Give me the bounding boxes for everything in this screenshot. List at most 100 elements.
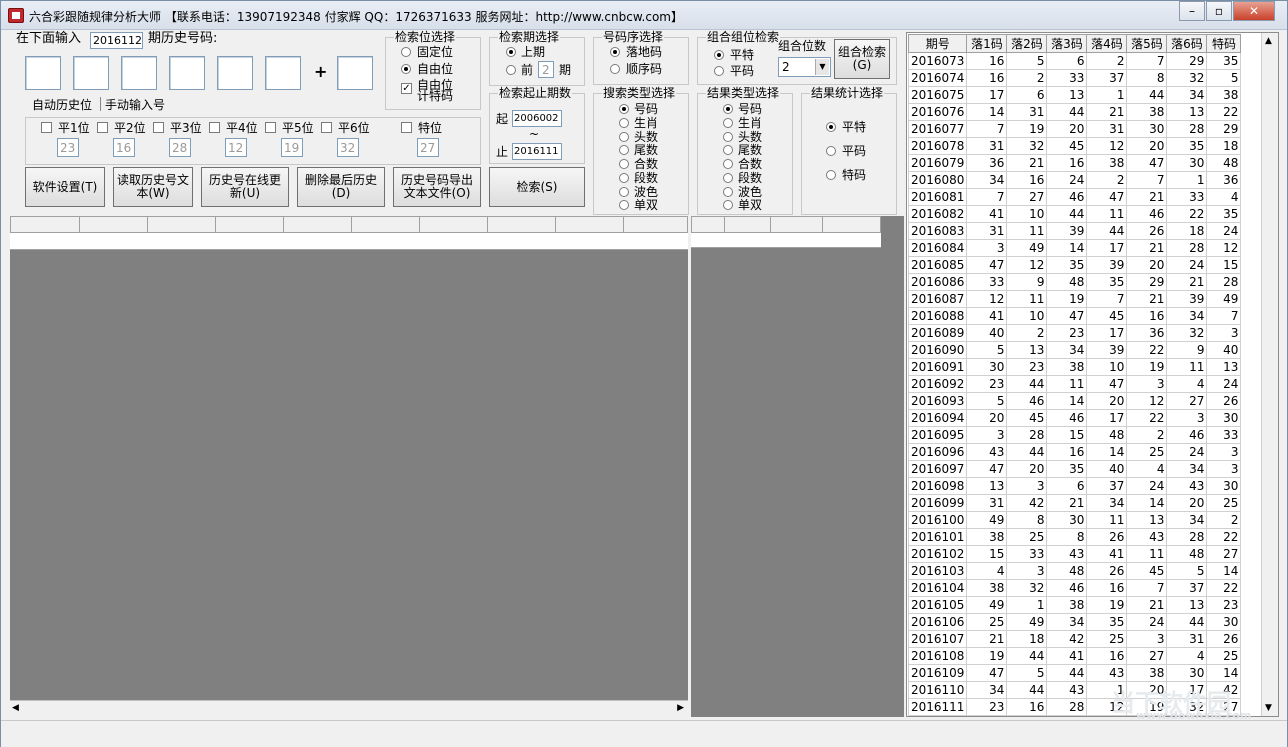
history-row[interactable]: 2016083 31 11 39 44 26 18 24 <box>907 222 1242 240</box>
range-start-input[interactable]: 2006002 <box>512 110 562 127</box>
history-row[interactable]: 2016086 33 9 48 35 29 21 28 <box>907 273 1242 291</box>
tab-auto-history[interactable]: 自动历史位 <box>32 98 92 112</box>
number-input-5[interactable] <box>217 56 253 90</box>
close-button[interactable]: ✕ <box>1233 1 1275 21</box>
pos4-checkbox[interactable] <box>209 122 220 133</box>
result-type-radio-7[interactable] <box>723 200 733 210</box>
number-input-6[interactable] <box>265 56 301 90</box>
result-type-radio-4[interactable] <box>723 159 733 169</box>
history-row[interactable]: 2016094 20 45 46 17 22 3 30 <box>907 409 1242 427</box>
pos5-value[interactable]: 19 <box>281 138 303 157</box>
scroll-left-icon[interactable]: ◀ <box>12 703 19 713</box>
result-type-radio-6[interactable] <box>723 187 733 197</box>
search-type-radio-3[interactable] <box>619 145 629 155</box>
history-row[interactable]: 2016099 31 42 21 34 14 20 25 <box>907 494 1242 512</box>
history-header-cell[interactable]: 特码 <box>1206 34 1242 53</box>
online-update-button[interactable]: 历史号在线更新(U) <box>201 167 289 207</box>
result-type-radio-0[interactable] <box>723 104 733 114</box>
history-row[interactable]: 2016098 13 3 6 37 24 43 30 <box>907 477 1242 495</box>
history-row[interactable]: 2016089 40 2 23 17 36 32 3 <box>907 324 1242 342</box>
history-header-cell[interactable]: 落3码 <box>1046 34 1088 53</box>
history-row[interactable]: 2016075 17 6 13 1 44 34 38 <box>907 86 1242 104</box>
number-input-2[interactable] <box>73 56 109 90</box>
number-input-4[interactable] <box>169 56 205 90</box>
history-table[interactable]: 期号 落1码 落2码 落3码 落4码 落5码 落6码 特码 2016073 16 5 6 2 7 29 35… <box>907 34 1242 716</box>
history-row[interactable]: 2016096 43 44 16 14 25 24 3 <box>907 443 1242 461</box>
history-header-cell[interactable]: 落5码 <box>1126 34 1168 53</box>
export-button[interactable]: 历史号码导出文本文件(O) <box>393 167 481 207</box>
maximize-button[interactable]: ▫ <box>1206 1 1232 21</box>
history-header-cell[interactable]: 落2码 <box>1006 34 1048 53</box>
history-row[interactable]: 2016080 34 16 24 2 7 1 36 <box>907 171 1242 189</box>
result-grid-row[interactable] <box>10 233 688 250</box>
range-end-input[interactable]: 2016111 <box>512 143 562 160</box>
combo-pingma-radio[interactable] <box>714 66 724 76</box>
history-row[interactable]: 2016074 16 2 33 37 8 32 5 <box>907 69 1242 87</box>
search-type-radio-7[interactable] <box>619 200 629 210</box>
settings-button[interactable]: 软件设置(T) <box>25 167 105 207</box>
history-header-cell[interactable]: 落4码 <box>1086 34 1128 53</box>
include-special-checkbox[interactable]: ✓ <box>401 83 412 94</box>
history-header-cell[interactable]: 期号 <box>907 34 968 53</box>
result-type-radio-1[interactable] <box>723 118 733 128</box>
history-row[interactable]: 2016102 15 33 43 41 11 48 27 <box>907 545 1242 563</box>
result-grid[interactable] <box>10 216 688 717</box>
history-row[interactable]: 2016082 41 10 44 11 46 22 35 <box>907 205 1242 223</box>
stats-grid[interactable] <box>691 216 904 717</box>
history-row[interactable]: 2016092 23 44 11 47 3 4 24 <box>907 375 1242 393</box>
history-row[interactable]: 2016093 5 46 14 20 12 27 26 <box>907 392 1242 410</box>
pos5-checkbox[interactable] <box>265 122 276 133</box>
history-row[interactable]: 2016087 12 11 19 7 21 39 49 <box>907 290 1242 308</box>
history-row[interactable]: 2016109 47 5 44 43 38 30 14 <box>907 664 1242 682</box>
history-row[interactable]: 2016101 38 25 8 26 43 28 22 <box>907 528 1242 546</box>
period-input[interactable]: 2016112 <box>90 32 143 49</box>
delete-last-button[interactable]: 删除最后历史(D) <box>297 167 385 207</box>
history-row[interactable]: 2016091 30 23 38 10 19 11 13 <box>907 358 1242 376</box>
history-row[interactable]: 2016108 19 44 41 16 27 4 25 <box>907 647 1242 665</box>
history-header-cell[interactable]: 落6码 <box>1166 34 1208 53</box>
read-history-button[interactable]: 读取历史号文本(W) <box>113 167 193 207</box>
sequence-order-radio[interactable] <box>610 64 620 74</box>
pos2-checkbox[interactable] <box>97 122 108 133</box>
pos4-value[interactable]: 12 <box>225 138 247 157</box>
history-row[interactable]: 2016106 25 49 34 35 24 44 30 <box>907 613 1242 631</box>
history-row[interactable]: 2016085 47 12 35 39 20 24 15 <box>907 256 1242 274</box>
result-type-radio-5[interactable] <box>723 173 733 183</box>
history-row[interactable]: 2016090 5 13 34 39 22 9 40 <box>907 341 1242 359</box>
vertical-scrollbar[interactable]: ▲ ▼ <box>1261 33 1278 716</box>
landing-order-radio[interactable] <box>610 47 620 57</box>
pos1-value[interactable]: 23 <box>57 138 79 157</box>
search-type-radio-4[interactable] <box>619 159 629 169</box>
fixed-pos-radio[interactable] <box>401 47 411 57</box>
number-input-1[interactable] <box>25 56 61 90</box>
chevron-down-icon[interactable]: ▼ <box>815 59 829 75</box>
search-type-radio-5[interactable] <box>619 173 629 183</box>
search-button[interactable]: 检索(S) <box>489 167 585 207</box>
search-type-radio-6[interactable] <box>619 187 629 197</box>
pos1-checkbox[interactable] <box>41 122 52 133</box>
search-type-radio-2[interactable] <box>619 132 629 142</box>
history-row[interactable]: 2016076 14 31 44 21 38 13 22 <box>907 103 1242 121</box>
search-type-radio-1[interactable] <box>619 118 629 128</box>
special-pos-value[interactable]: 27 <box>417 138 439 157</box>
pos2-value[interactable]: 16 <box>113 138 135 157</box>
special-pos-checkbox[interactable] <box>401 122 412 133</box>
minimize-button[interactable]: – <box>1179 1 1205 21</box>
search-type-radio-0[interactable] <box>619 104 629 114</box>
free-pos-radio[interactable] <box>401 64 411 74</box>
history-row[interactable]: 2016081 7 27 46 47 21 33 4 <box>907 188 1242 206</box>
history-row[interactable]: 2016097 47 20 35 40 4 34 3 <box>907 460 1242 478</box>
history-row[interactable]: 2016107 21 18 42 25 3 31 26 <box>907 630 1242 648</box>
result-type-radio-2[interactable] <box>723 132 733 142</box>
history-row[interactable]: 2016088 41 10 47 45 16 34 7 <box>907 307 1242 325</box>
scroll-right-icon[interactable]: ▶ <box>677 703 684 713</box>
history-row[interactable]: 2016095 3 28 15 48 2 46 33 <box>907 426 1242 444</box>
pos3-checkbox[interactable] <box>153 122 164 133</box>
horizontal-scrollbar[interactable]: ◀ ▶ <box>10 700 688 717</box>
pos6-checkbox[interactable] <box>321 122 332 133</box>
special-number-input[interactable] <box>337 56 373 90</box>
combo-search-button[interactable]: 组合检索(G) <box>834 39 890 79</box>
number-input-3[interactable] <box>121 56 157 90</box>
scroll-up-icon[interactable]: ▲ <box>1265 36 1272 46</box>
pos3-value[interactable]: 28 <box>169 138 191 157</box>
